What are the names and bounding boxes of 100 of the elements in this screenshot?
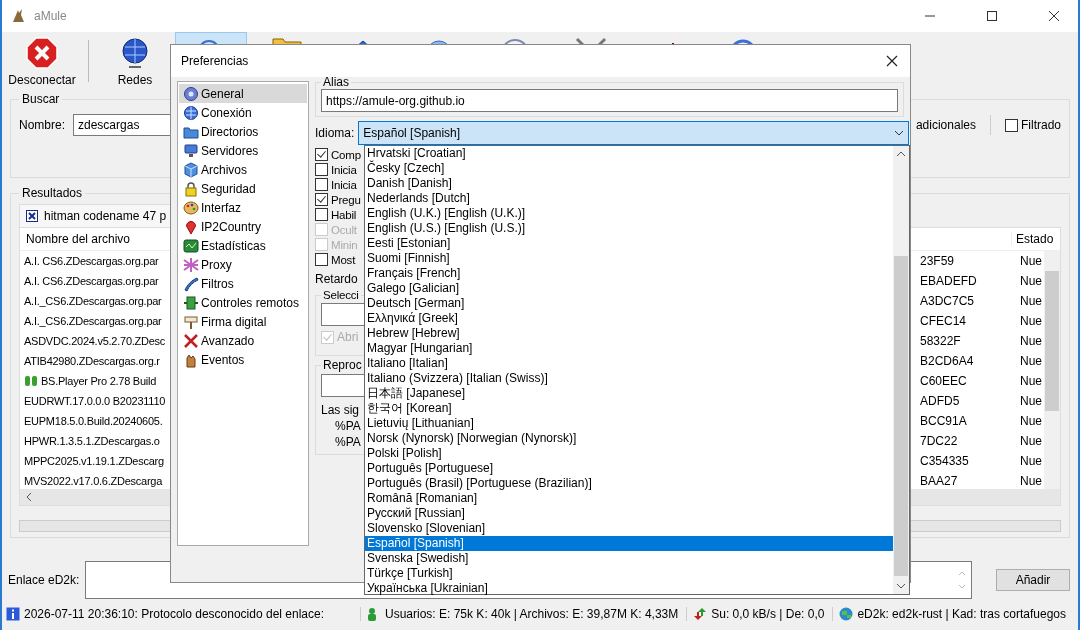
category-item[interactable]: Eventos — [179, 350, 307, 369]
table-cell-text: 7DC22 — [920, 434, 959, 448]
language-option[interactable]: Polski [Polish] — [365, 446, 893, 461]
language-option[interactable]: Česky [Czech] — [365, 161, 893, 176]
category-item[interactable]: Avanzado — [179, 331, 307, 350]
table-cell: A.I._CS6.ZDescargas.org.par — [24, 315, 162, 327]
language-option[interactable]: Hebrew [Hebrew] — [365, 326, 893, 341]
users-status: Usuarios: E: 75k K: 40k | Archivos: E: 39,87M K: 4,33M — [367, 607, 688, 621]
language-option[interactable]: Ελληνικά [Greek] — [365, 311, 893, 326]
table-cell-text: CFEC14 — [920, 314, 967, 328]
table-cell-text: EBADEFD — [920, 274, 978, 288]
network-status: eD2k: ed2k-rust | Kad: tras cortafuegos — [839, 607, 1074, 621]
language-option[interactable]: Українська [Ukrainian] — [365, 581, 893, 596]
language-option[interactable]: 한국어 [Korean] — [365, 401, 893, 416]
language-option[interactable]: Română [Romanian] — [365, 491, 893, 506]
table-cell-text: Nue — [1019, 274, 1043, 288]
category-item[interactable]: Firma digital — [179, 312, 307, 331]
language-dropdown[interactable]: Español [Spanish] — [358, 121, 909, 145]
table-cell: ASDVDC.2024.v5.2.70.ZDesc — [24, 335, 166, 347]
dialog-title: Preferencias — [181, 54, 249, 68]
group-label: Buscar — [21, 92, 61, 106]
group-label: Reproc — [322, 358, 363, 372]
table-cell-text: Nue — [1019, 474, 1043, 488]
table-cell: EUDRWT.17.0.0.0 B20231110 — [24, 395, 166, 407]
help-text: %PA — [334, 435, 361, 449]
table-cell-text: Nue — [1019, 354, 1043, 368]
table-cell-text: C354335 — [920, 454, 970, 468]
language-option[interactable]: 日本語 [Japanese] — [365, 386, 893, 401]
table-cell: A.I. CS6.ZDescargas.org.par — [24, 255, 159, 267]
language-option[interactable]: Danish [Danish] — [365, 176, 893, 191]
language-option[interactable]: Português (Brasil) [Portuguese (Brazilian)] — [365, 476, 893, 491]
group-label: Selecci — [322, 289, 360, 301]
option-checkbox[interactable]: Comp — [315, 147, 361, 162]
toolbar-button[interactable]: Redes — [99, 32, 171, 90]
option-checkbox[interactable]: Inicia — [315, 162, 357, 177]
option-checkbox[interactable]: Habil — [315, 207, 357, 222]
toolbar-button[interactable]: Desconectar — [6, 32, 78, 90]
category-item[interactable]: Estadísticas — [179, 236, 307, 255]
language-option[interactable]: Deutsch [German] — [365, 296, 893, 311]
category-item[interactable]: Filtros — [179, 274, 307, 293]
table-cell: ATIB42980.ZDescargas.org.r — [24, 355, 160, 367]
category-item[interactable]: General — [179, 84, 307, 103]
language-option[interactable]: Eesti [Estonian] — [365, 236, 893, 251]
table-cell: A.I. CS6.ZDescargas.org.par — [24, 275, 159, 287]
table-cell: MPPC2025.v1.19.1.ZDescarg — [24, 455, 164, 467]
help-text: %PA — [334, 419, 361, 433]
table-cell-text: BAA27 — [920, 474, 959, 488]
table-cell: BS.Player Pro 2.78 Build — [24, 375, 157, 387]
table-cell-text: 58322F — [920, 334, 962, 348]
language-option[interactable]: Slovensko [Slovenian] — [365, 521, 893, 536]
language-option[interactable]: Türkçe [Turkish] — [365, 566, 893, 581]
table-cell-text: Nue — [1019, 434, 1043, 448]
category-item[interactable]: Seguridad — [179, 179, 307, 198]
language-option[interactable]: Lietuvių [Lithuanian] — [365, 416, 893, 431]
table-cell-text: Nue — [1019, 294, 1043, 308]
category-item[interactable]: Proxy — [179, 255, 307, 274]
filter-checkbox[interactable]: Filtrado — [1005, 118, 1061, 132]
table-cell-text: Nue — [1019, 334, 1043, 348]
table-cell: A.I._CS6.ZDescargas.org.par — [24, 295, 162, 307]
group-label: Resultados — [21, 186, 84, 200]
language-option[interactable]: Italiano (Svizzera) [Italian (Swiss)] — [365, 371, 893, 386]
language-option[interactable]: Русский [Russian] — [365, 506, 893, 521]
category-item[interactable]: Servidores — [179, 141, 307, 160]
table-cell-text: A3DC7C5 — [920, 294, 976, 308]
table-cell: MVS2022.v17.0.6.ZDescarga — [24, 475, 163, 487]
field-label: Enlace eD2k: — [8, 573, 80, 587]
column-header[interactable]: Nombre del archivo — [26, 232, 131, 246]
language-option[interactable]: English (U.K.) [English (U.K.)] — [365, 206, 893, 221]
table-cell-text: Nue — [1019, 374, 1043, 388]
alias-field[interactable]: https://amule-org.github.io — [321, 89, 898, 112]
language-option[interactable]: English (U.S.) [English (U.S.)] — [365, 221, 893, 236]
category-item[interactable]: Archivos — [179, 160, 307, 179]
table-cell-text: Nue — [1019, 314, 1043, 328]
language-option[interactable]: Magyar [Hungarian] — [365, 341, 893, 356]
status-message: 2026-07-11 20:36:10: Protocolo desconocido del enlace: — [6, 607, 361, 621]
add-button[interactable]: Añadir — [996, 569, 1070, 591]
option-checkbox[interactable]: Most — [315, 252, 356, 267]
language-option[interactable]: Français [French] — [365, 266, 893, 281]
language-option[interactable]: Svenska [Swedish] — [365, 551, 893, 566]
table-cell-text: ADFD5 — [920, 394, 961, 408]
column-header[interactable]: Estado — [1011, 232, 1060, 246]
help-text: Las sig — [321, 403, 360, 417]
category-item[interactable]: Controles remotos — [179, 293, 307, 312]
language-option[interactable]: Norsk (Nynorsk) [Norwegian (Nynorsk)] — [365, 431, 893, 446]
table-cell: EUPM18.5.0.Build.20240605. — [24, 415, 163, 427]
language-option[interactable]: Galego [Galician] — [365, 281, 893, 296]
language-option[interactable]: Suomi [Finnish] — [365, 251, 893, 266]
option-checkbox[interactable]: Inicia — [315, 177, 357, 192]
language-option[interactable]: Italiano [Italian] — [365, 356, 893, 371]
table-cell-text: Nue — [1019, 414, 1043, 428]
group-label: Alias — [322, 75, 350, 89]
language-option[interactable]: Português [Portuguese] — [365, 461, 893, 476]
table-cell-text: 23F59 — [920, 254, 956, 268]
language-option[interactable]: Nederlands [Dutch] — [365, 191, 893, 206]
table-cell-text: C60EEC — [920, 374, 968, 388]
table-cell: HPWR.1.3.5.1.ZDescargas.o — [24, 435, 160, 447]
language-option[interactable]: Español [Spanish] — [365, 536, 893, 551]
language-option[interactable]: Hrvatski [Croatian] — [365, 146, 893, 161]
option-checkbox[interactable]: Pregu — [315, 192, 361, 207]
field-label: Retardo — [315, 272, 358, 286]
